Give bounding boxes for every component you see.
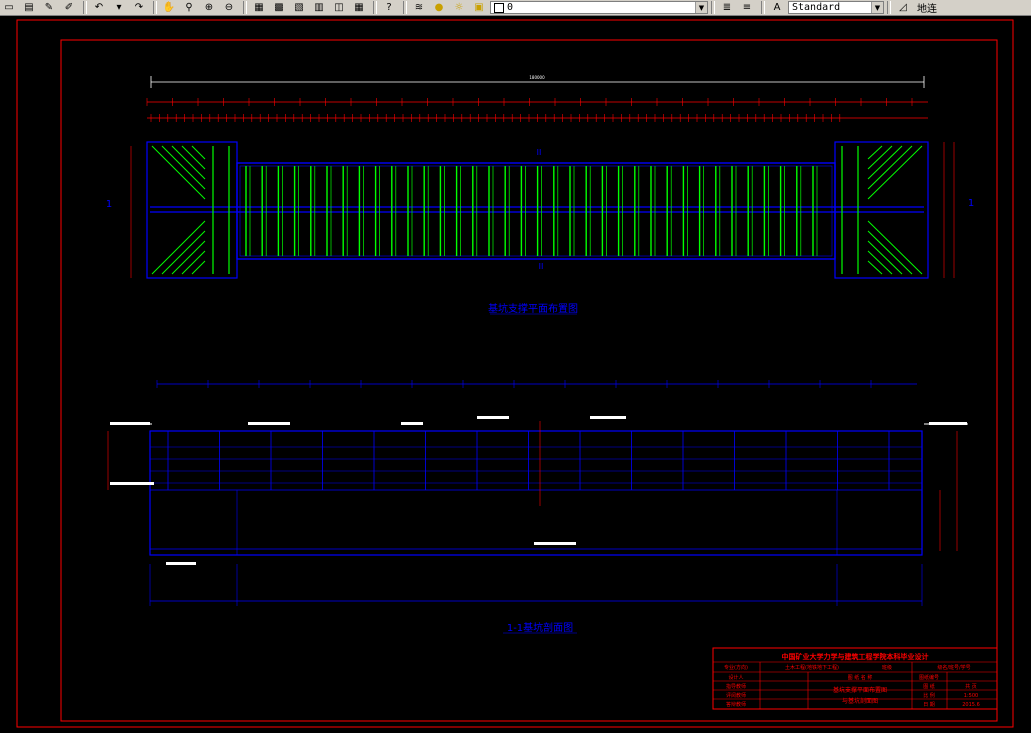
plan-title: 基坑支撑平面布置图 — [488, 302, 578, 315]
redo-icon[interactable]: ↷ — [130, 1, 148, 15]
cad-line — [867, 250, 893, 275]
title-block: 中国矿业大学力学与建筑工程学院本科毕业设计 专业(方向) 土木工程(地铁地下工程… — [712, 647, 998, 710]
tb-cell: 基坑支撑平面布置图 — [833, 686, 887, 694]
section-view: 1-1基坑剖面图 — [107, 380, 968, 634]
properties-icon[interactable]: ▦ — [250, 1, 268, 15]
cut-combo[interactable]: 地连 — [914, 1, 940, 15]
section-struts — [150, 421, 922, 555]
chevron-down-icon[interactable]: ▼ — [871, 2, 883, 13]
tb-cell: 土木工程(地铁地下工程) — [785, 664, 839, 671]
dimension-style-icon[interactable]: ◿ — [894, 1, 912, 15]
tb-cell: 2015.6 — [962, 702, 980, 708]
calculator-icon[interactable]: ▦ — [350, 1, 368, 15]
tb-cell: 设计人 — [728, 674, 743, 681]
tool-palettes-icon[interactable]: ▧ — [290, 1, 308, 15]
undo-icon[interactable]: ↶ — [90, 1, 108, 15]
plan-overall-dim: 180000 — [529, 75, 545, 80]
toolbar-separator — [83, 1, 87, 14]
cad-line — [867, 145, 893, 170]
cad-line — [171, 145, 206, 180]
layer-thaw-icon: ☼ — [454, 2, 464, 13]
cad-line — [867, 145, 923, 200]
layer-manager-icon[interactable]: ≋ — [410, 1, 428, 15]
match-properties-icon[interactable]: ✎ — [40, 1, 58, 15]
title-block-header: 中国矿业大学力学与建筑工程学院本科毕业设计 — [782, 652, 929, 661]
tb-cell: 比 例 — [923, 692, 935, 699]
section-marker-right: 1 — [968, 198, 974, 209]
cad-toolbar: ▭ ▤ ✎ ✐ ↶ ▾ ↷ ✋ ⚲ ⊕ ⊖ ▦ ▩ ▧ ▥ ◫ ▦ ? ≋ ● … — [0, 0, 1031, 16]
plan-struts — [212, 146, 859, 274]
text-style-value: Standard — [792, 2, 841, 13]
layer-lock-icon: ▣ — [474, 2, 484, 13]
tb-cell: 与基坑剖面图 — [842, 697, 878, 705]
markup-icon[interactable]: ◫ — [330, 1, 348, 15]
new-file-icon[interactable]: ▭ — [0, 1, 18, 15]
make-current-layer-icon[interactable]: ≣ — [718, 1, 736, 15]
layer-color-swatch — [494, 2, 504, 13]
zoom-previous-icon[interactable]: ⊖ — [220, 1, 238, 15]
toolbar-separator — [243, 1, 247, 14]
tb-cell: 日 期 — [923, 702, 935, 708]
design-center-icon[interactable]: ▩ — [270, 1, 288, 15]
cad-line — [191, 145, 206, 160]
cad-line — [181, 145, 206, 170]
tb-cell: 图 纸 — [923, 683, 935, 690]
zoom-realtime-icon[interactable]: ⚲ — [180, 1, 198, 15]
tb-cell: 答辩教师 — [726, 701, 746, 708]
toolbar-separator — [373, 1, 377, 14]
undo-dropdown-icon[interactable]: ▾ — [110, 1, 128, 15]
layer-value: 0 — [507, 2, 514, 13]
tb-cell: 图纸编号 — [919, 674, 939, 681]
cad-line — [151, 145, 206, 200]
cad-line — [151, 220, 206, 275]
open-file-icon[interactable]: ▤ — [20, 1, 38, 15]
text-style-icon[interactable]: A — [768, 1, 786, 15]
tb-cell: 共 页 — [965, 683, 977, 690]
layer-previous-icon[interactable]: ≡ — [738, 1, 756, 15]
plan-mark-top: II — [537, 148, 542, 157]
pan-icon[interactable]: ✋ — [160, 1, 178, 15]
tb-cell: 班级 — [882, 664, 892, 671]
help-icon[interactable]: ? — [380, 1, 398, 15]
section-marker-left: 1 — [106, 199, 112, 210]
cad-line — [181, 250, 206, 275]
plan-mark-bottom: II — [539, 262, 544, 271]
cad-line — [867, 145, 903, 180]
toolbar-separator — [761, 1, 765, 14]
toolbar-separator — [711, 1, 715, 14]
cad-line — [191, 260, 206, 275]
chevron-down-icon[interactable]: ▼ — [695, 2, 707, 13]
layer-on-icon: ● — [434, 2, 444, 13]
section-title: 1-1基坑剖面图 — [507, 621, 573, 634]
cad-line — [867, 240, 903, 275]
text-style-combo[interactable]: Standard ▼ — [788, 1, 884, 14]
plan-view: 180000 II II 1 1 基坑支撑平面布置图 — [106, 75, 974, 315]
layer-combo[interactable]: 0 ▼ — [490, 1, 708, 14]
tb-cell: 图 纸 名 称 — [848, 674, 873, 681]
drawing-canvas[interactable]: 180000 II II 1 1 基坑支撑平面布置图 1-1基坑剖面图 中国矿业… — [0, 16, 1031, 729]
cut-label: 地连 — [917, 4, 937, 15]
cad-line — [171, 240, 206, 275]
zoom-window-icon[interactable]: ⊕ — [200, 1, 218, 15]
outer-border — [16, 19, 1014, 728]
brush-icon[interactable]: ✐ — [60, 1, 78, 15]
tb-cell: 级名/班号/学号 — [937, 664, 970, 671]
toolbar-separator — [403, 1, 407, 14]
tb-cell: 专业(方向) — [724, 664, 748, 671]
tb-cell: 指导教师 — [726, 683, 746, 690]
tb-cell: 1:500 — [964, 693, 978, 699]
toolbar-separator — [887, 1, 891, 14]
tb-cell: 评阅教师 — [726, 692, 746, 699]
cad-line — [867, 220, 923, 275]
sheet-set-icon[interactable]: ▥ — [310, 1, 328, 15]
toolbar-separator — [153, 1, 157, 14]
